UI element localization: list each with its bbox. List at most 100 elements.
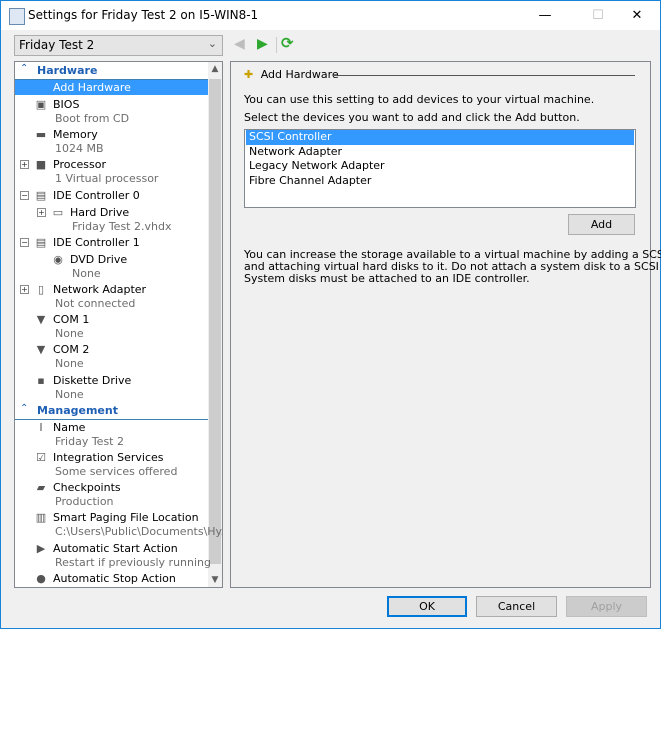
tree-item-ide-controller-0[interactable]: − ▤ IDE Controller 0 <box>15 188 208 205</box>
tree-item-detail: 1024 MB <box>55 142 104 156</box>
cancel-button[interactable]: Cancel <box>476 596 557 617</box>
tree-item-label: Checkpoints <box>53 481 121 495</box>
page: Settings for Friday Test 2 on I5-WIN8-1 … <box>0 0 661 750</box>
tree-item-detail: None <box>55 387 84 401</box>
processor-icon: ■ <box>35 158 47 172</box>
tree-item-processor[interactable]: + ■ Processor 1 Virtual processor <box>15 157 208 187</box>
scroll-up-icon[interactable]: ▲ <box>208 64 222 74</box>
tree-item-label: Automatic Start Action <box>53 541 178 555</box>
tree-item-label: DVD Drive <box>70 252 128 266</box>
device-list[interactable]: SCSI Controller Network Adapter Legacy N… <box>244 129 636 208</box>
tree-item-label: IDE Controller 0 <box>53 188 140 202</box>
tree-item-bios[interactable]: ▣ BIOS Boot from CD <box>15 97 208 127</box>
tree-item-ide-controller-1[interactable]: − ▤ IDE Controller 1 <box>15 235 208 252</box>
expand-icon[interactable]: + <box>20 285 29 294</box>
tree-item-diskette-drive[interactable]: ▪ Diskette Drive None <box>15 373 208 403</box>
ok-button[interactable]: OK <box>387 596 467 617</box>
tree-item-label: Smart Paging File Location <box>53 511 199 525</box>
tree-item-detail: Production <box>55 495 114 509</box>
tree-item-detail: None <box>55 327 84 341</box>
tree-item-detail: Boot from CD <box>55 112 130 125</box>
collapse-icon[interactable]: ⌃ <box>20 63 28 74</box>
tree-item-label: COM 1 <box>53 313 90 327</box>
tree-item-label: Network Adapter <box>53 283 147 296</box>
chevron-down-icon: ⌄ <box>207 37 217 50</box>
details-panel: ✚ Add Hardware You can use this setting … <box>230 61 661 588</box>
add-button[interactable]: Add <box>568 214 635 235</box>
apply-button[interactable]: Apply <box>566 596 647 617</box>
tree-item-label: COM 2 <box>53 343 90 357</box>
device-option[interactable]: Fibre Channel Adapter <box>246 174 634 189</box>
scrollbar-thumb[interactable] <box>209 79 221 564</box>
section-header-hardware[interactable]: ⌃ Hardware <box>15 63 208 80</box>
tree-item-label: BIOS <box>53 98 80 111</box>
smart-paging-icon: ▥ <box>35 511 47 525</box>
expand-icon[interactable]: + <box>37 207 46 217</box>
note-line: System disks must be attached to an IDE … <box>244 272 530 285</box>
nav-divider <box>276 37 277 53</box>
tree-item-com-1[interactable]: ▼ COM 1 None <box>15 312 208 342</box>
close-button[interactable]: ✕ <box>614 1 660 30</box>
tree-item-dvd-drive[interactable]: ◉ DVD Drive None <box>15 252 208 282</box>
collapse-icon[interactable]: − <box>20 190 29 200</box>
add-hardware-heading: ✚ Add Hardware <box>244 68 339 81</box>
ide-controller-icon: ▤ <box>35 235 47 249</box>
hard-drive-icon: ▭ <box>52 205 64 219</box>
forward-arrow-icon[interactable]: ▶ <box>257 36 268 52</box>
vm-selector-dropdown[interactable]: Friday Test 2 ⌄ <box>14 35 223 56</box>
memory-icon: ▬ <box>35 128 47 142</box>
refresh-icon[interactable]: ⟳ <box>281 34 294 52</box>
back-arrow-icon[interactable]: ◀ <box>234 36 245 52</box>
tree-item-com-2[interactable]: ▼ COM 2 None <box>15 342 208 372</box>
tree-item-detail: Restart if previously running <box>55 555 211 569</box>
device-option[interactable]: Legacy Network Adapter <box>246 159 634 174</box>
tree-item-automatic-stop-action[interactable]: ● Automatic Stop Action <box>15 571 208 587</box>
tree-item-label: Memory <box>53 128 98 142</box>
auto-start-icon: ▶ <box>36 541 46 555</box>
heading-rule <box>333 75 635 76</box>
select-prompt: Select the devices you want to add and c… <box>244 111 580 124</box>
settings-tree: ▲ ▼ ⌃ Hardware ✚Add Hardware▣ BIOSBoot from… <box>14 61 223 588</box>
device-option[interactable]: Network Adapter <box>246 145 634 160</box>
tree-item-add-hardware[interactable]: ✚Add Hardware <box>15 80 208 97</box>
tree-item-hard-drive[interactable]: + ▭ Hard Drive Friday Test 2.vhdx <box>15 205 208 235</box>
window-title: Settings for Friday Test 2 on I5-WIN8-1 <box>28 8 259 22</box>
section-label: Management <box>37 403 118 417</box>
tree-item-network-adapter[interactable]: + ▯ Network Adapter Not connected <box>15 282 208 312</box>
diskette-icon: ▪ <box>37 373 45 387</box>
tree-item-label: Diskette Drive <box>53 373 132 387</box>
auto-stop-icon: ● <box>36 571 46 585</box>
tree-item-detail: None <box>72 266 101 280</box>
tree-item-detail: 1 Virtual processor <box>55 172 159 186</box>
network-adapter-icon: ▯ <box>37 283 45 296</box>
tree-item-detail: None <box>55 357 84 371</box>
tree-item-name[interactable]: I Name Friday Test 2 <box>15 420 208 450</box>
com-port-icon: ▼ <box>36 313 46 327</box>
tree-item-memory[interactable]: ▬ Memory 1024 MB <box>15 127 208 157</box>
scroll-down-icon[interactable]: ▼ <box>208 575 222 585</box>
tree-item-smart-paging-file-location[interactable]: ▥ Smart Paging File Location C:\Users\Publ… <box>15 510 222 540</box>
tree-item-checkpoints[interactable]: ▰ Checkpoints Production <box>15 480 208 510</box>
tree-item-automatic-start-action[interactable]: ▶ Automatic Start Action Restart if previo… <box>15 541 211 571</box>
vm-selector-value: Friday Test 2 <box>19 38 95 52</box>
intro-text: You can use this setting to add devices … <box>244 93 595 106</box>
bios-icon: ▣ <box>35 98 47 111</box>
collapse-icon[interactable]: − <box>20 237 29 247</box>
tree-item-label: Name <box>53 420 86 434</box>
name-icon: I <box>39 420 43 434</box>
tree-item-detail: Friday Test 2 <box>55 434 124 448</box>
minimize-button[interactable]: — <box>522 1 568 30</box>
expand-icon[interactable]: + <box>20 160 29 170</box>
tree-item-detail: C:\Users\Public\Documents\Hy... <box>55 525 223 539</box>
section-label: Hardware <box>37 64 98 77</box>
tree-item-detail: Not connected <box>55 297 136 310</box>
collapse-icon[interactable]: ⌃ <box>20 403 28 414</box>
tree-item-label: Integration Services <box>53 451 164 464</box>
settings-app-icon <box>9 8 25 25</box>
tree-scrollbar[interactable]: ▲ ▼ <box>208 62 222 587</box>
tree-item-integration-services[interactable]: ☑ Integration Services Some services offer… <box>15 450 208 480</box>
device-option[interactable]: SCSI Controller <box>246 130 634 145</box>
checkpoints-icon: ▰ <box>36 481 46 495</box>
section-header-management[interactable]: ⌃ Management <box>15 403 208 420</box>
tree-item-label: Automatic Stop Action <box>53 571 176 585</box>
